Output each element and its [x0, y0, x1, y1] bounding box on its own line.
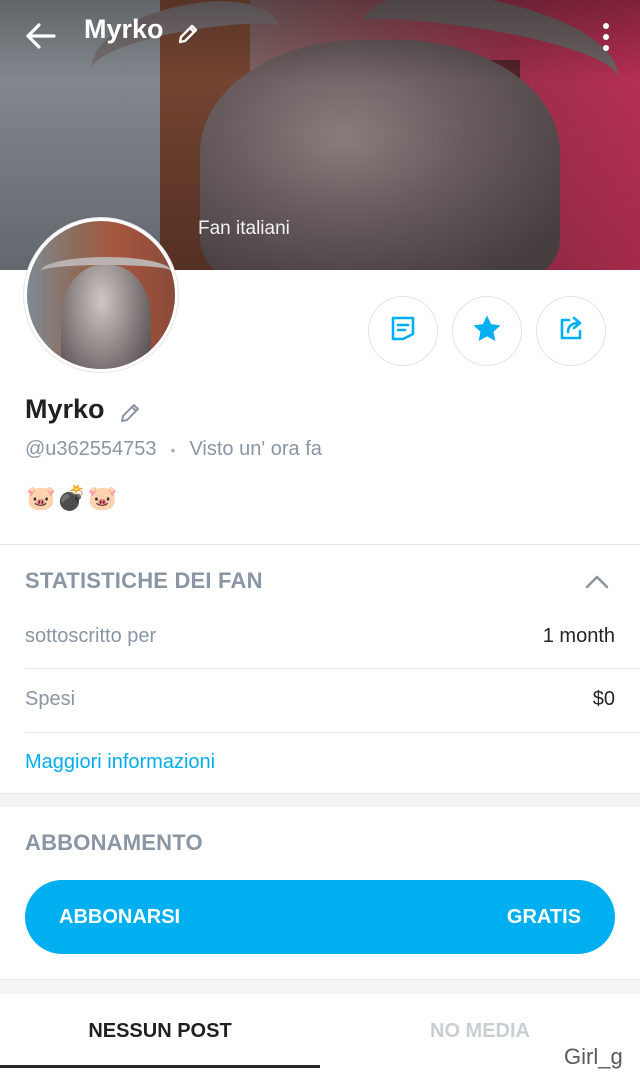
divider — [0, 793, 640, 794]
subscribe-label: ABBONARSI — [59, 905, 181, 928]
section-gap — [0, 980, 640, 994]
watermark-text: Girl_g — [564, 1044, 623, 1069]
cover-label: Fan italiani — [198, 218, 290, 239]
message-icon — [388, 314, 418, 349]
profile-meta: @u362554753 • Visto un' ora fa — [25, 438, 322, 461]
profile-name: Myrko — [25, 394, 105, 424]
profile-handle: @u362554753 — [25, 438, 157, 460]
stat-label: Spesi — [25, 687, 76, 710]
edit-name-pencil-icon[interactable] — [118, 401, 142, 430]
more-info-link[interactable]: Maggiori informazioni — [25, 751, 215, 774]
stat-row-spent: Spesi $0 — [25, 669, 615, 729]
share-button[interactable] — [536, 296, 606, 366]
divider — [25, 732, 640, 733]
back-arrow-icon[interactable] — [22, 17, 60, 55]
fan-stats-title: STATISTICHE DEI FAN — [25, 568, 263, 593]
stat-row-subscribed: sottoscritto per 1 month — [25, 606, 615, 666]
favorite-button[interactable] — [452, 296, 522, 366]
subscribe-button[interactable]: ABBONARSI GRATIS — [25, 880, 615, 954]
edit-pencil-icon[interactable] — [176, 22, 200, 51]
page-title: Myrko — [84, 14, 164, 44]
profile-actions — [368, 296, 606, 366]
tab-posts[interactable]: NESSUN POST — [0, 994, 320, 1068]
share-icon — [555, 313, 587, 350]
bio-emojis: 🐷💣🐷 — [26, 485, 119, 512]
star-icon — [470, 312, 504, 351]
more-options-icon[interactable] — [592, 18, 620, 56]
section-gap — [0, 793, 640, 807]
chevron-up-icon[interactable] — [584, 572, 610, 595]
stat-label: sottoscritto per — [25, 624, 157, 647]
avatar[interactable] — [24, 218, 178, 372]
message-button[interactable] — [368, 296, 438, 366]
stat-value: $0 — [592, 687, 615, 710]
separator-dot: • — [170, 441, 176, 458]
divider — [0, 544, 640, 545]
subscription-title: ABBONAMENTO — [25, 830, 203, 855]
stat-value: 1 month — [542, 624, 615, 647]
subscribe-price: GRATIS — [506, 905, 581, 928]
top-bar: Myrko — [0, 0, 640, 70]
last-seen: Visto un' ora fa — [189, 438, 322, 460]
content-tabs: NESSUN POST NO MEDIA — [0, 994, 640, 1068]
